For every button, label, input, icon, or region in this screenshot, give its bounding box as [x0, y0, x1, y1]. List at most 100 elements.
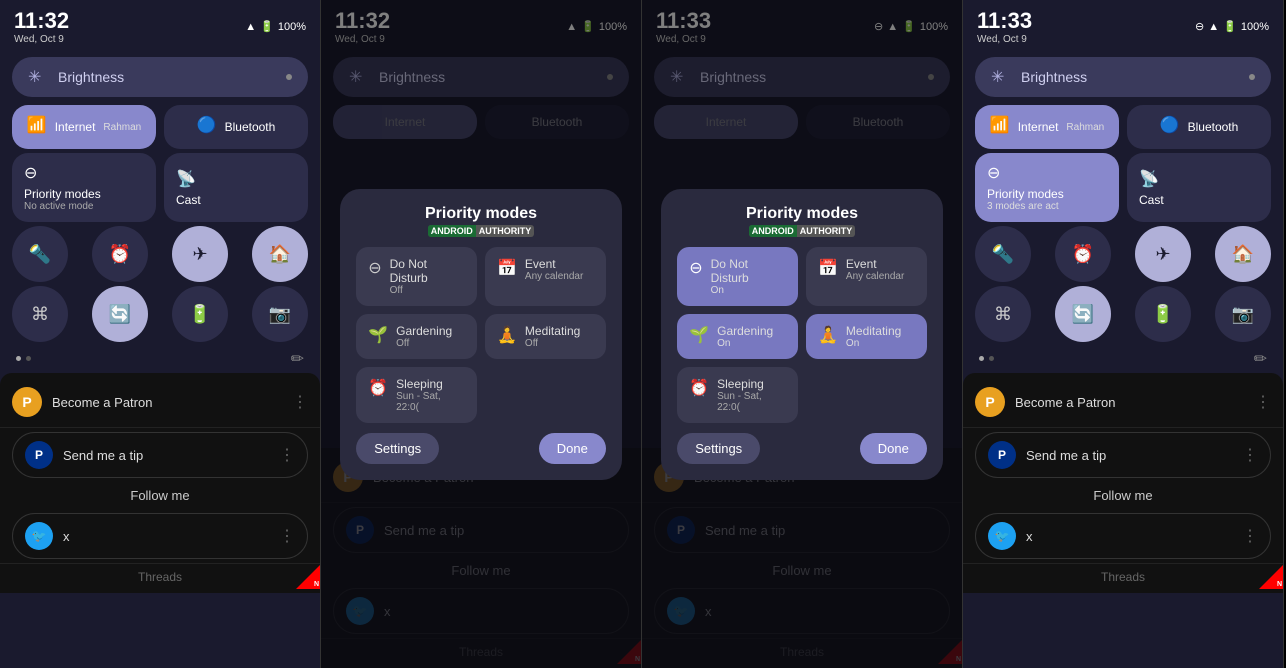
tw-dots-1[interactable]: ⋮ — [279, 526, 295, 546]
follow-label-1: Follow me — [0, 482, 320, 509]
mode-grid-2: ⊖ Do Not DisturbOff 📅 EventAny calendar … — [356, 247, 606, 423]
brightness-icon-4: ✳ — [991, 67, 1011, 87]
patron-icon-4: P — [975, 387, 1005, 417]
twitter-icon-4: 🐦 — [988, 522, 1016, 550]
mode-garden-3[interactable]: 🌱 GardeningOn — [677, 314, 798, 359]
icon-btn-plane[interactable]: ✈ — [172, 226, 228, 282]
mode-meditate-3[interactable]: 🧘 MeditatingOn — [806, 314, 927, 359]
icon-btn-battery2[interactable]: 🔋 — [172, 286, 228, 342]
priority-modal-3: Priority modes ANDROID AUTHORITY ⊖ Do No… — [661, 189, 943, 480]
tip-label-4: Send me a tip — [1026, 448, 1232, 463]
internet-sub-4: Rahman — [1066, 122, 1104, 133]
red-corner-4: N — [1259, 565, 1283, 589]
phone-panel-4: 11:33 Wed, Oct 9 ⊖ ▲ 🔋 100% ✳ Brightness… — [963, 0, 1284, 668]
icon-btn-cmd[interactable]: ⌘ — [12, 286, 68, 342]
cast-tile-1[interactable]: 📡 Cast — [164, 153, 308, 222]
internet-tile-1[interactable]: 📶 Internet Rahman — [12, 105, 156, 149]
patron-dots-4[interactable]: ⋮ — [1255, 392, 1271, 412]
bluetooth-label-1: Bluetooth — [225, 120, 276, 134]
cast-icon-4: 📡 — [1139, 169, 1159, 189]
tip-row-4[interactable]: P Send me a tip ⋮ — [975, 432, 1271, 478]
bluetooth-tile-4[interactable]: 🔵 Bluetooth — [1127, 105, 1271, 149]
mode-event-2[interactable]: 📅 EventAny calendar — [485, 247, 606, 306]
settings-btn-2[interactable]: Settings — [356, 433, 439, 464]
patron-label-4: Become a Patron — [1015, 395, 1245, 410]
icon-btn-alarm-4[interactable]: ⏰ — [1055, 226, 1111, 282]
icon-btn-home-4[interactable]: 🏠 — [1215, 226, 1271, 282]
threads-label-1: Threads — [138, 570, 182, 584]
priority-tile-1[interactable]: ⊖ Priority modes No active mode — [12, 153, 156, 222]
page-dots-1 — [16, 356, 31, 361]
patron-dots-1[interactable]: ⋮ — [292, 392, 308, 412]
phone-panel-1: 11:32 Wed, Oct 9 ▲ 🔋 100% ✳ Brightness 📶… — [0, 0, 321, 668]
icon-btn-cam[interactable]: 📷 — [252, 286, 308, 342]
brightness-label-1: Brightness — [58, 69, 276, 85]
settings-btn-3[interactable]: Settings — [677, 433, 760, 464]
mode-event-3[interactable]: 📅 EventAny calendar — [806, 247, 927, 306]
internet-label-1: Internet — [55, 120, 96, 134]
brightness-row-1[interactable]: ✳ Brightness — [12, 57, 308, 97]
done-btn-2[interactable]: Done — [539, 433, 606, 464]
patron-label-1: Become a Patron — [52, 395, 282, 410]
tip-dots-4[interactable]: ⋮ — [1242, 445, 1258, 465]
battery-pct-4: 100% — [1241, 21, 1269, 33]
edit-icon-4[interactable]: ✏ — [1254, 349, 1267, 369]
wifi-tile-icon-4: 📶 — [990, 115, 1010, 135]
modal-footer-3: Settings Done — [677, 433, 927, 464]
priority-icon-4: ⊖ — [987, 163, 1000, 183]
aa-badge-3: ANDROID AUTHORITY — [677, 225, 927, 237]
brightness-icon-1: ✳ — [28, 67, 48, 87]
pp-icon-4: P — [988, 441, 1016, 469]
icon-btn-home[interactable]: 🏠 — [252, 226, 308, 282]
authority-text-2: AUTHORITY — [476, 225, 535, 237]
modal-title-3: Priority modes — [677, 205, 927, 223]
status-bar-1: 11:32 Wed, Oct 9 ▲ 🔋 100% — [0, 0, 320, 49]
twitter-row-4[interactable]: 🐦 x ⋮ — [975, 513, 1271, 559]
battery-icon: 🔋 — [260, 20, 274, 33]
brightness-label-4: Brightness — [1021, 69, 1239, 85]
mode-dnd-3[interactable]: ⊖ Do Not DisturbOn — [677, 247, 798, 306]
brightness-dot-4 — [1249, 74, 1255, 80]
tip-dots-1[interactable]: ⋮ — [279, 445, 295, 465]
quick-tiles-row-1: 📶 Internet Rahman 🔵 Bluetooth — [12, 105, 308, 149]
priority-overlay-2[interactable]: Priority modes ANDROID AUTHORITY ⊖ Do No… — [321, 0, 641, 668]
done-btn-3[interactable]: Done — [860, 433, 927, 464]
modal-footer-2: Settings Done — [356, 433, 606, 464]
edit-icon-1[interactable]: ✏ — [291, 349, 304, 369]
icon-btn-glass-4[interactable]: 🔦 — [975, 226, 1031, 282]
icon-btn-rotate-4[interactable]: 🔄 — [1055, 286, 1111, 342]
icon-grid-1a: 🔦 ⏰ ✈ 🏠 — [12, 226, 308, 282]
patron-row-4[interactable]: P Become a Patron ⋮ — [963, 377, 1283, 428]
icon-btn-battery2-4[interactable]: 🔋 — [1135, 286, 1191, 342]
dot-4 — [989, 356, 994, 361]
priority-overlay-3[interactable]: Priority modes ANDROID AUTHORITY ⊖ Do No… — [642, 0, 962, 668]
priority-label-1: Priority modes — [24, 187, 101, 201]
mode-garden-2[interactable]: 🌱 GardeningOff — [356, 314, 477, 359]
status-bar-4: 11:33 Wed, Oct 9 ⊖ ▲ 🔋 100% — [963, 0, 1283, 49]
bluetooth-tile-1[interactable]: 🔵 Bluetooth — [164, 105, 308, 149]
icon-btn-alarm[interactable]: ⏰ — [92, 226, 148, 282]
icon-btn-plane-4[interactable]: ✈ — [1135, 226, 1191, 282]
bt-icon-1: 🔵 — [197, 115, 217, 135]
icon-btn-cam-4[interactable]: 📷 — [1215, 286, 1271, 342]
bt-icon-4: 🔵 — [1160, 115, 1180, 135]
threads-label-4: Threads — [1101, 570, 1145, 584]
icon-btn-cmd-4[interactable]: ⌘ — [975, 286, 1031, 342]
mode-meditate-2[interactable]: 🧘 MeditatingOff — [485, 314, 606, 359]
mode-dnd-2[interactable]: ⊖ Do Not DisturbOff — [356, 247, 477, 306]
internet-tile-4[interactable]: 📶 Internet Rahman — [975, 105, 1119, 149]
tw-dots-4[interactable]: ⋮ — [1242, 526, 1258, 546]
twitter-row-1[interactable]: 🐦 x ⋮ — [12, 513, 308, 559]
cast-label-4: Cast — [1139, 193, 1164, 207]
priority-tile-4[interactable]: ⊖ Priority modes 3 modes are act — [975, 153, 1119, 222]
mode-sleep-3[interactable]: ⏰ SleepingSun - Sat, 22:0( — [677, 367, 798, 423]
tip-row-1[interactable]: P Send me a tip ⋮ — [12, 432, 308, 478]
cast-tile-4[interactable]: 📡 Cast — [1127, 153, 1271, 222]
phone-panel-3: 11:33 Wed, Oct 9 ⊖ ▲ 🔋 100% ✳ Brightness… — [642, 0, 963, 668]
icon-btn-rotate[interactable]: 🔄 — [92, 286, 148, 342]
phone-panel-2: 11:32 Wed, Oct 9 ▲ 🔋 100% ✳ Brightness I… — [321, 0, 642, 668]
icon-btn-glass[interactable]: 🔦 — [12, 226, 68, 282]
patron-row-1[interactable]: P Become a Patron ⋮ — [0, 377, 320, 428]
mode-sleep-2[interactable]: ⏰ SleepingSun - Sat, 22:0( — [356, 367, 477, 423]
brightness-row-4[interactable]: ✳ Brightness — [975, 57, 1271, 97]
